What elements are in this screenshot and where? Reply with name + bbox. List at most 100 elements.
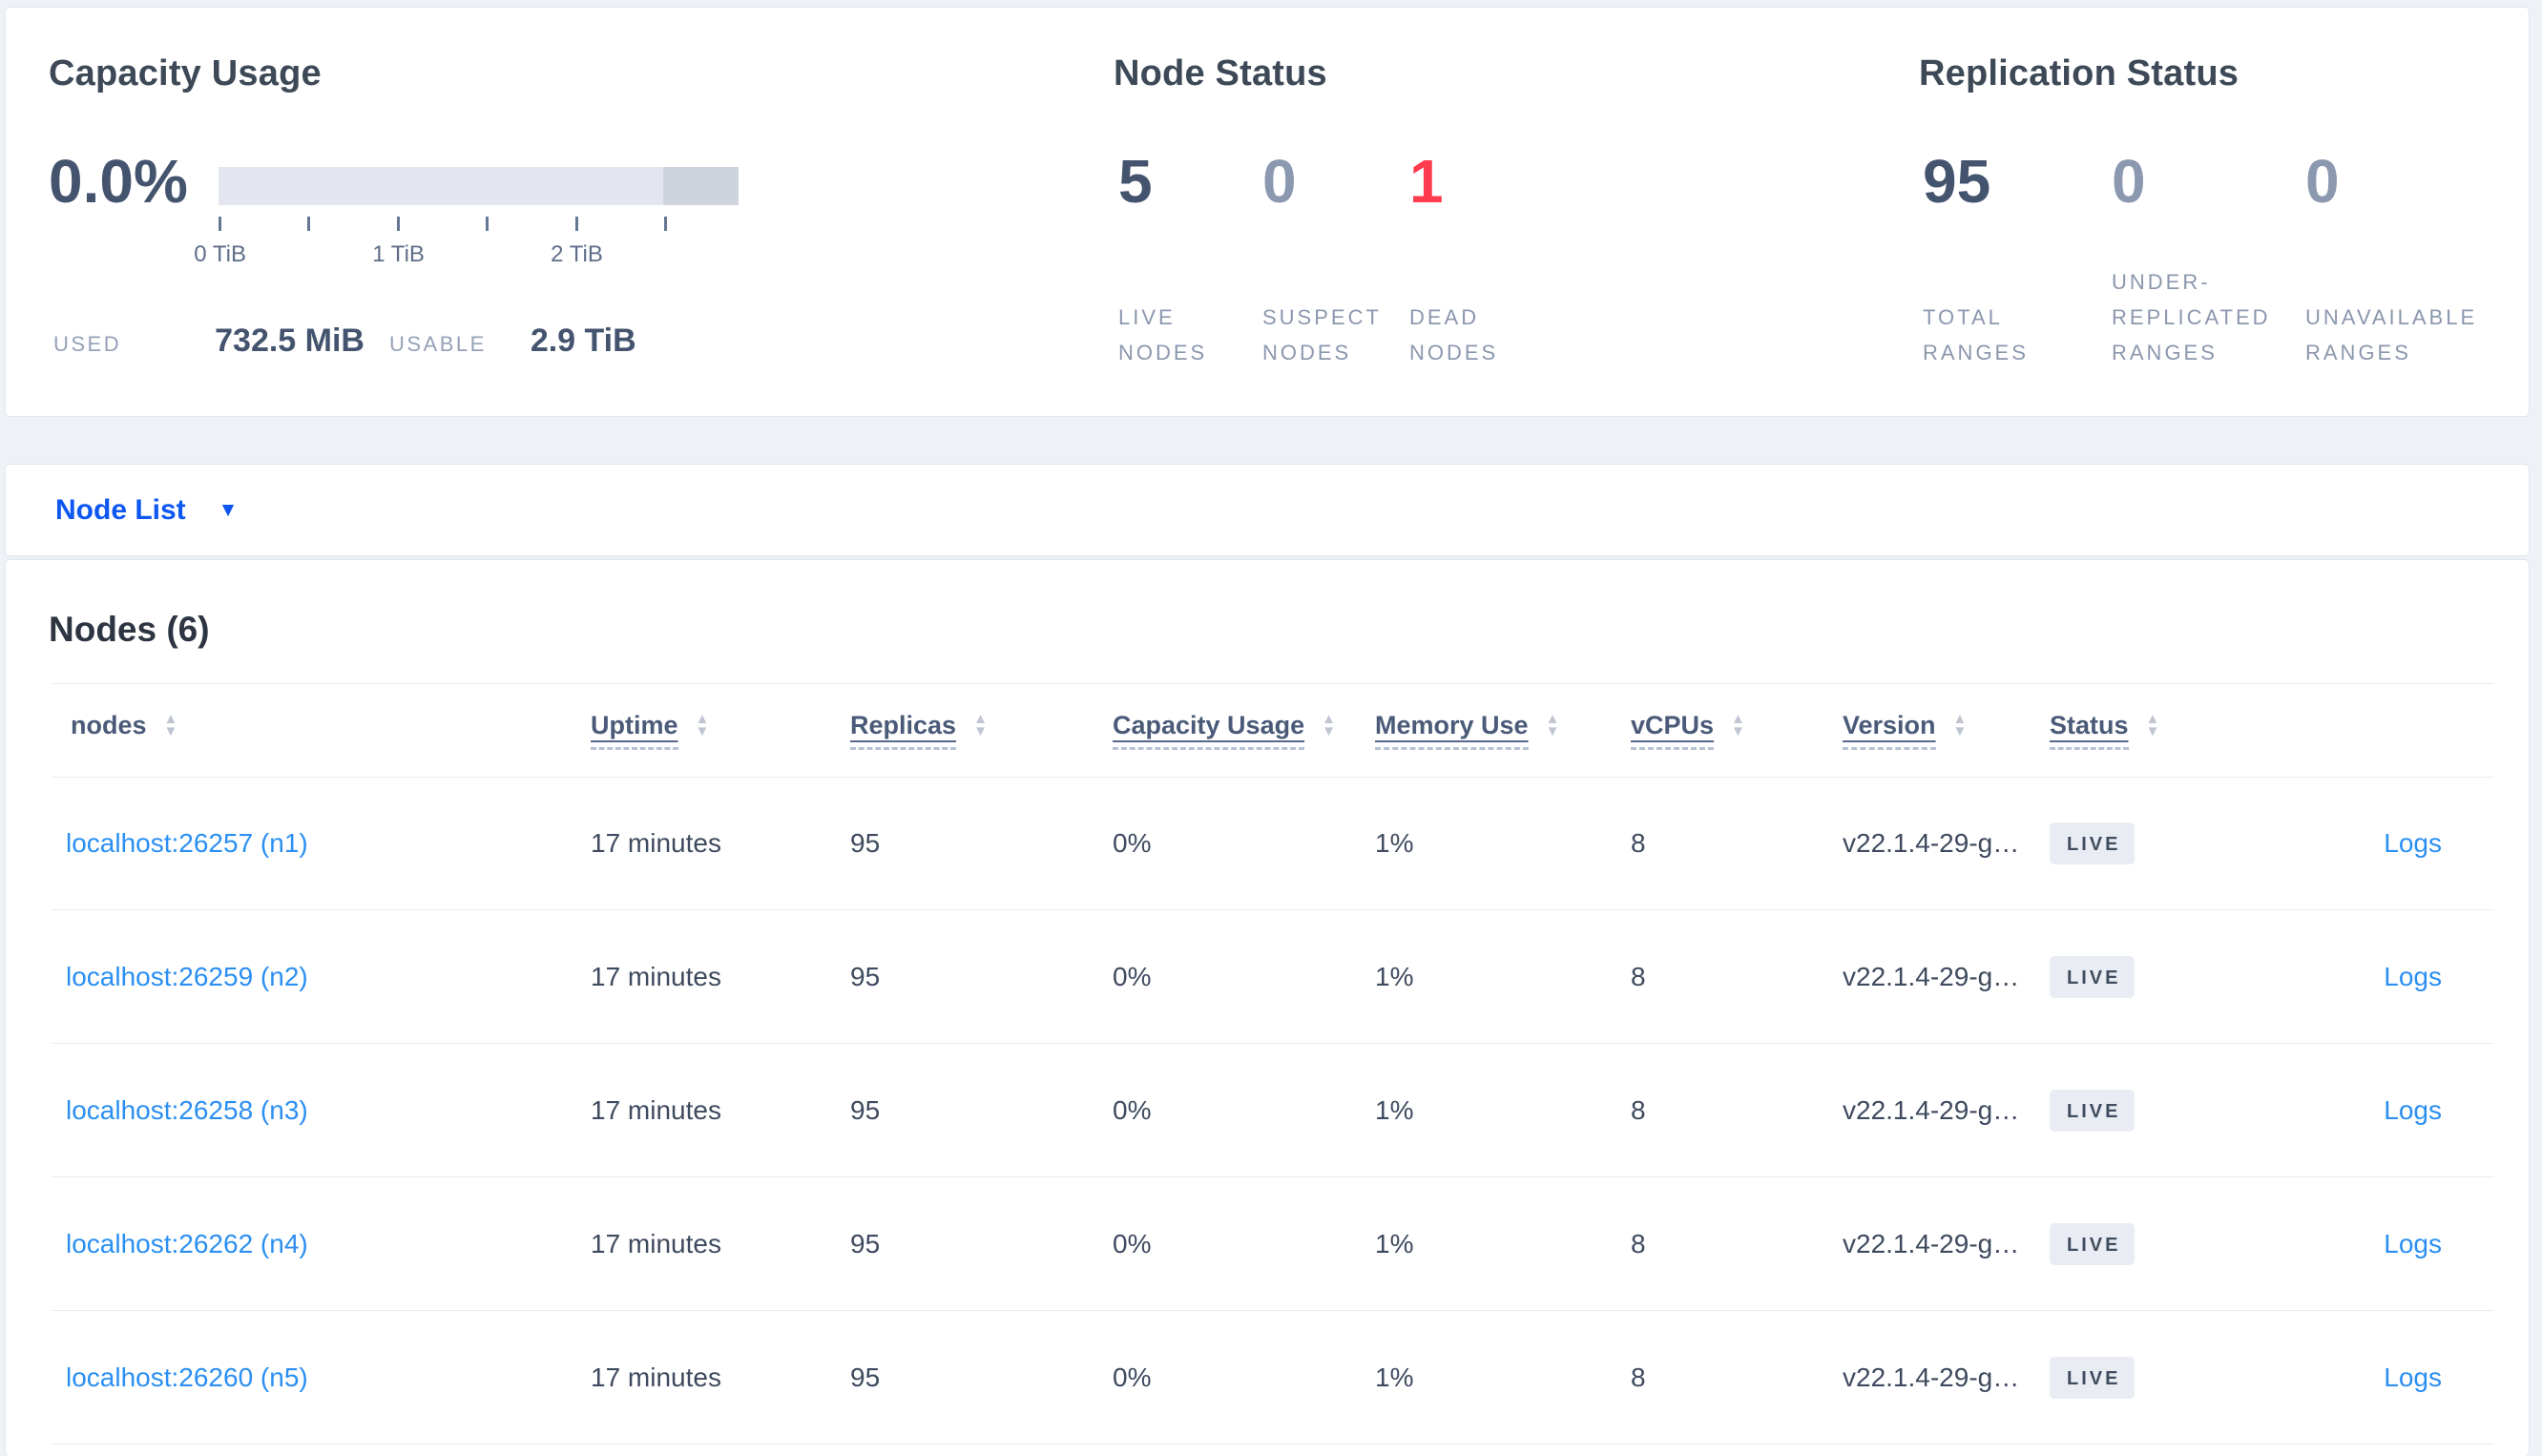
sort-icon: ▲ ▼	[1545, 711, 1560, 739]
node-link[interactable]: localhost:26262 (n4)	[66, 1229, 308, 1259]
total-ranges-count: 95	[1923, 147, 1991, 216]
label-line: REPLICATED	[2112, 305, 2271, 329]
vcpus-cell: 8	[1631, 1362, 1646, 1392]
gauge-tick-label: 2 TiB	[551, 241, 603, 267]
label-line: NODES	[1409, 341, 1499, 364]
column-header-version[interactable]: Version ▲ ▼	[1843, 711, 1967, 750]
sort-icon: ▲ ▼	[1952, 711, 1968, 739]
sort-icon: ▲ ▼	[1322, 711, 1336, 739]
column-header-capacity-usage[interactable]: Capacity Usage ▲ ▼	[1113, 711, 1336, 750]
table-row: localhost:26262 (n4) 17 minutes 95 0% 1%…	[6, 1177, 2529, 1311]
logs-link[interactable]: Logs	[2384, 828, 2442, 859]
version-cell: v22.1.4-29-g…	[1843, 828, 2020, 858]
table-row: localhost:26258 (n3) 17 minutes 95 0% 1%…	[6, 1044, 2529, 1177]
logs-link[interactable]: Logs	[2384, 1095, 2442, 1126]
gauge-tick	[486, 217, 490, 231]
view-selector-label: Node List	[55, 493, 186, 526]
usable-value: 2.9 TiB	[530, 322, 636, 359]
capacity-usage-cell: 0%	[1113, 828, 1152, 858]
node-link[interactable]: localhost:26257 (n1)	[66, 828, 308, 859]
replicas-cell: 95	[850, 1229, 881, 1258]
sort-icon: ▲ ▼	[973, 711, 988, 739]
uptime-cell: 17 minutes	[591, 1362, 721, 1392]
capacity-usage-cell: 0%	[1113, 1095, 1152, 1125]
column-header-label: Version	[1843, 711, 1936, 739]
label-line: UNAVAILABLE	[2305, 305, 2478, 329]
status-badge: LIVE	[2050, 1090, 2136, 1132]
capacity-gauge: 0 TiB 1 TiB 2 TiB	[194, 167, 739, 267]
label-line: NODES	[1118, 341, 1208, 364]
replicas-cell: 95	[850, 1095, 881, 1125]
column-header-label: Replicas	[850, 711, 957, 739]
column-header-replicas[interactable]: Replicas ▲ ▼	[850, 711, 988, 750]
memory-use-cell: 1%	[1375, 1362, 1414, 1392]
memory-use-cell: 1%	[1375, 962, 1414, 991]
used-label: USED	[53, 332, 122, 356]
version-cell: v22.1.4-29-g…	[1843, 1229, 2020, 1258]
view-selector-dropdown[interactable]: Node List ▼	[55, 494, 238, 527]
column-header-memory-use[interactable]: Memory Use ▲ ▼	[1375, 711, 1559, 750]
uptime-cell: 17 minutes	[591, 828, 721, 858]
node-link[interactable]: localhost:26259 (n2)	[66, 962, 308, 992]
status-badge: LIVE	[2050, 822, 2136, 864]
label-line: DEAD	[1409, 305, 1480, 329]
capacity-usage-cell: 0%	[1113, 1229, 1152, 1258]
column-header-uptime[interactable]: Uptime ▲ ▼	[591, 711, 709, 750]
gauge-tick	[574, 217, 578, 231]
memory-use-cell: 1%	[1375, 828, 1414, 858]
header-underline: vCPUs	[1631, 711, 1715, 750]
label-line: RANGES	[2112, 341, 2218, 364]
live-nodes-count: 5	[1118, 147, 1153, 216]
logs-link[interactable]: Logs	[2384, 1229, 2442, 1259]
header-underline: Memory Use	[1375, 711, 1529, 750]
memory-use-cell: 1%	[1375, 1229, 1414, 1258]
capacity-percent: 0.0%	[49, 147, 188, 216]
under-replicated-ranges-count: 0	[2112, 147, 2146, 216]
memory-use-cell: 1%	[1375, 1095, 1414, 1125]
table-row: localhost:26257 (n1) 17 minutes 95 0% 1%…	[6, 777, 2529, 910]
label-line: LIVE	[1118, 305, 1176, 329]
header-underline: Uptime	[591, 711, 678, 750]
node-link[interactable]: localhost:26258 (n3)	[66, 1095, 308, 1126]
label-line: TOTAL	[1923, 305, 2003, 329]
header-underline: Status	[2050, 711, 2129, 750]
status-badge: LIVE	[2050, 956, 2136, 998]
capacity-usage-summary: USED 732.5 MiB USABLE 2.9 TiB	[53, 322, 636, 360]
gauge-tick	[396, 217, 400, 231]
row-divider	[52, 1444, 2494, 1445]
gauge-tick	[664, 217, 668, 231]
vcpus-cell: 8	[1631, 828, 1646, 858]
dead-nodes-count: 1	[1409, 147, 1444, 216]
cluster-overview-page: { "colors": { "page_background": "#eef1f…	[0, 0, 2542, 1456]
label-line: SUSPECT	[1262, 305, 1382, 329]
column-header-status[interactable]: Status ▲ ▼	[2050, 711, 2159, 750]
node-link[interactable]: localhost:26260 (n5)	[66, 1362, 308, 1393]
nodes-table-panel: Nodes (6) nodes ▲ ▼ Uptime ▲ ▼ Replicas ▲ ▼…	[5, 559, 2530, 1456]
replication-status-title: Replication Status	[1919, 53, 2240, 94]
label-line: UNDER-	[2112, 270, 2211, 294]
column-header-label: Memory Use	[1375, 711, 1529, 739]
status-badge: LIVE	[2050, 1223, 2136, 1265]
column-header-nodes[interactable]: nodes ▲ ▼	[71, 711, 177, 740]
version-cell: v22.1.4-29-g…	[1843, 962, 2020, 991]
capacity-usage-cell: 0%	[1113, 962, 1152, 991]
gauge-tail-segment	[662, 167, 739, 205]
logs-link[interactable]: Logs	[2384, 1362, 2442, 1393]
column-header-vcpus[interactable]: vCPUs ▲ ▼	[1631, 711, 1745, 750]
logs-link[interactable]: Logs	[2384, 962, 2442, 992]
column-header-label: Status	[2050, 711, 2129, 739]
gauge-tick-label: 0 TiB	[194, 241, 246, 267]
unavailable-ranges-count: 0	[2305, 147, 2340, 216]
uptime-cell: 17 minutes	[591, 1229, 721, 1258]
cluster-summary-panel: Capacity Usage 0.0% 0 TiB 1 TiB 2 TiB US…	[5, 7, 2530, 417]
usable-label: USABLE	[388, 332, 487, 356]
total-ranges-label: TOTAL RANGES	[1923, 300, 2029, 370]
column-header-label: nodes	[71, 711, 147, 739]
vcpus-cell: 8	[1631, 1229, 1646, 1258]
node-status-title: Node Status	[1114, 53, 1327, 94]
divider	[52, 683, 2494, 684]
live-nodes-label: LIVE NODES	[1118, 300, 1207, 370]
capacity-usage-cell: 0%	[1113, 1362, 1152, 1392]
gauge-track	[219, 167, 739, 205]
replicas-cell: 95	[850, 962, 881, 991]
